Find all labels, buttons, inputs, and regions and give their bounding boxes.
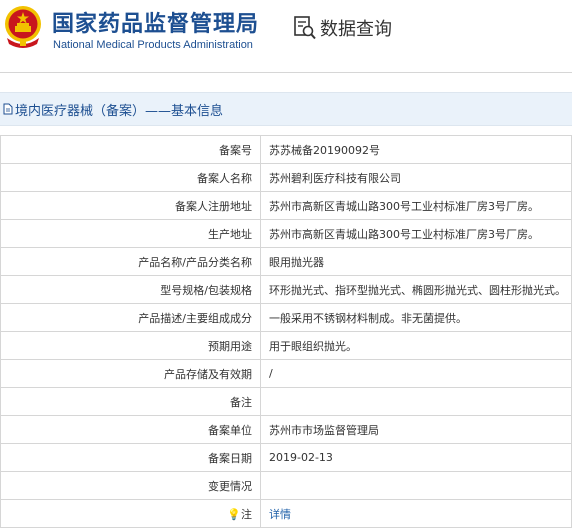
lightbulb-icon: 💡 bbox=[227, 507, 241, 521]
field-label: 备案日期 bbox=[0, 443, 261, 472]
field-label: 备注 bbox=[0, 387, 261, 416]
field-label: 预期用途 bbox=[0, 331, 261, 360]
table-row: 型号规格/包装规格 环形抛光式、指环型抛光式、椭圆形抛光式、圆柱形抛光式。 bbox=[0, 275, 572, 304]
data-query-label: 数据查询 bbox=[320, 19, 392, 40]
table-row: 备案单位 苏州市市场监督管理局 bbox=[0, 415, 572, 444]
field-value bbox=[260, 387, 572, 416]
note-label: 注 bbox=[241, 507, 252, 521]
table-row: 备案日期 2019-02-13 bbox=[0, 443, 572, 472]
info-table: 备案号 苏苏械备20190092号 备案人名称 苏州碧利医疗科技有限公司 备案人注册… bbox=[0, 135, 572, 528]
document-search-icon bbox=[294, 16, 316, 40]
field-value: 2019-02-13 bbox=[260, 443, 572, 472]
field-value: 用于眼组织抛光。 bbox=[260, 331, 572, 360]
table-row: 预期用途 用于眼组织抛光。 bbox=[0, 331, 572, 360]
field-label: 型号规格/包装规格 bbox=[0, 275, 261, 304]
field-value: 苏州碧利医疗科技有限公司 bbox=[260, 163, 572, 192]
details-link[interactable]: 详情 bbox=[269, 508, 291, 521]
field-label: 生产地址 bbox=[0, 219, 261, 248]
field-value: 一般采用不锈钢材料制成。非无菌提供。 bbox=[260, 303, 572, 332]
field-value: / bbox=[260, 359, 572, 388]
table-row: 变更情况 bbox=[0, 471, 572, 500]
table-row: 备案人名称 苏州碧利医疗科技有限公司 bbox=[0, 163, 572, 192]
section-header: 境内医疗器械（备案）——基本信息 bbox=[0, 92, 572, 126]
field-label: 变更情况 bbox=[0, 471, 261, 500]
field-value: 眼用抛光器 bbox=[260, 247, 572, 276]
site-header: 国家药品监督管理局 National Medical Products Admi… bbox=[0, 0, 572, 73]
site-subtitle: National Medical Products Administration bbox=[53, 39, 253, 51]
field-label: 产品名称/产品分类名称 bbox=[0, 247, 261, 276]
table-row: 产品名称/产品分类名称 眼用抛光器 bbox=[0, 247, 572, 276]
field-label: 备案号 bbox=[0, 135, 261, 164]
note-label-cell: 💡注 bbox=[0, 499, 261, 528]
field-label: 备案人注册地址 bbox=[0, 191, 261, 220]
field-label: 备案单位 bbox=[0, 415, 261, 444]
table-row: 生产地址 苏州市高新区青城山路300号工业村标准厂房3号厂房。 bbox=[0, 219, 572, 248]
table-row-note: 💡注 详情 bbox=[0, 499, 572, 528]
table-row: 产品描述/主要组成成分 一般采用不锈钢材料制成。非无菌提供。 bbox=[0, 303, 572, 332]
field-value: 环形抛光式、指环型抛光式、椭圆形抛光式、圆柱形抛光式。 bbox=[260, 275, 572, 304]
field-value: 苏州市高新区青城山路300号工业村标准厂房3号厂房。 bbox=[260, 191, 572, 220]
field-value: 苏州市高新区青城山路300号工业村标准厂房3号厂房。 bbox=[260, 219, 572, 248]
field-label: 产品描述/主要组成成分 bbox=[0, 303, 261, 332]
data-query-link[interactable]: 数据查询 bbox=[294, 15, 392, 41]
field-label: 产品存储及有效期 bbox=[0, 359, 261, 388]
field-value: 苏苏械备20190092号 bbox=[260, 135, 572, 164]
field-value: 苏州市市场监督管理局 bbox=[260, 415, 572, 444]
table-row: 产品存储及有效期 / bbox=[0, 359, 572, 388]
note-value-cell: 详情 bbox=[260, 499, 572, 528]
field-value bbox=[260, 471, 572, 500]
table-row: 备案号 苏苏械备20190092号 bbox=[0, 135, 572, 164]
table-row: 备案人注册地址 苏州市高新区青城山路300号工业村标准厂房3号厂房。 bbox=[0, 191, 572, 220]
table-row: 备注 bbox=[0, 387, 572, 416]
field-label: 备案人名称 bbox=[0, 163, 261, 192]
section-title: 境内医疗器械（备案）——基本信息 bbox=[15, 103, 224, 119]
site-title: 国家药品监督管理局 bbox=[52, 12, 260, 37]
national-emblem-icon bbox=[5, 6, 41, 48]
document-icon bbox=[3, 103, 13, 115]
